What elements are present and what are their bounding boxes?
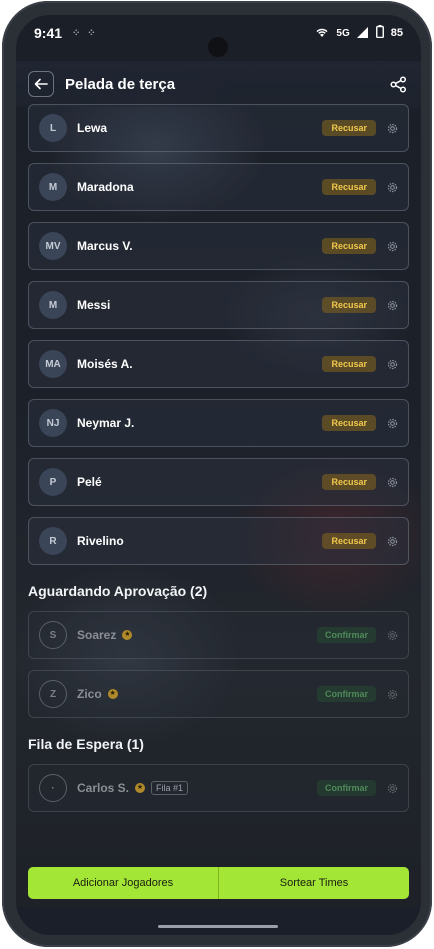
gear-icon[interactable] xyxy=(386,476,398,488)
player-row[interactable]: MV Marcus V. Recusar xyxy=(28,222,409,270)
page-title: Pelada de terça xyxy=(65,75,176,93)
player-name: Zico xyxy=(77,687,102,701)
pending-players: S Soarez ★ Confirmar Z Zico ★ Confirmar xyxy=(28,611,409,718)
pending-player-row[interactable]: Z Zico ★ Confirmar xyxy=(28,670,409,718)
avatar: MV xyxy=(39,232,67,260)
star-badge-icon: ★ xyxy=(122,630,133,640)
draw-teams-button[interactable]: Sortear Times xyxy=(219,867,409,899)
gear-icon[interactable] xyxy=(386,688,398,700)
refuse-button[interactable]: Recusar xyxy=(322,533,376,549)
star-badge-icon: ★ xyxy=(135,783,146,793)
player-row[interactable]: P Pelé Recusar xyxy=(28,458,409,506)
battery-icon xyxy=(375,25,384,41)
star-badge-icon: ★ xyxy=(107,689,118,699)
player-row[interactable]: L Lewa Recusar xyxy=(28,104,409,152)
player-name: Pelé xyxy=(77,475,102,489)
refuse-button[interactable]: Recusar xyxy=(322,179,376,195)
confirm-button[interactable]: Confirmar xyxy=(316,627,376,643)
refuse-button[interactable]: Recusar xyxy=(322,297,376,313)
gear-icon[interactable] xyxy=(386,299,398,311)
refuse-button[interactable]: Recusar xyxy=(322,120,376,136)
status-right: 5G 85 xyxy=(315,25,403,41)
gear-icon[interactable] xyxy=(386,782,398,794)
gear-icon[interactable] xyxy=(386,535,398,547)
player-name: Messi xyxy=(77,298,111,312)
back-button[interactable] xyxy=(28,71,54,97)
player-row[interactable]: M Maradona Recusar xyxy=(28,163,409,211)
waitlist-player-row[interactable]: · Carlos S. ★ Fila #1 Confirmar xyxy=(28,764,409,812)
network-label: 5G xyxy=(336,27,350,39)
avatar: M xyxy=(39,291,67,319)
pending-player-row[interactable]: S Soarez ★ Confirmar xyxy=(28,611,409,659)
player-row[interactable]: MA Moisés A. Recusar xyxy=(28,340,409,388)
add-players-button[interactable]: Adicionar Jogadores xyxy=(28,867,218,899)
avatar: NJ xyxy=(39,409,67,437)
app-bar: Pelada de terça xyxy=(16,61,421,107)
refuse-button[interactable]: Recusar xyxy=(322,474,376,490)
footer-actions: Adicionar Jogadores Sortear Times xyxy=(28,867,409,899)
gear-icon[interactable] xyxy=(386,358,398,370)
refuse-button[interactable]: Recusar xyxy=(322,415,376,431)
share-button[interactable] xyxy=(387,73,409,95)
avatar: S xyxy=(39,621,67,649)
player-name: Marcus V. xyxy=(77,239,133,253)
confirmed-players: L Lewa Recusar M Maradona Recusar MV Marcus V. R… xyxy=(28,104,409,565)
confirm-button[interactable]: Confirmar xyxy=(316,780,376,796)
player-name: Carlos S. xyxy=(77,781,130,795)
gear-icon[interactable] xyxy=(386,122,398,134)
player-list: L Lewa Recusar M Maradona Recusar MV Marcus V. R… xyxy=(28,104,409,823)
signal-icon xyxy=(356,26,369,41)
gear-icon[interactable] xyxy=(386,417,398,429)
player-row[interactable]: R Rivelino Recusar xyxy=(28,517,409,565)
avatar: · xyxy=(39,774,67,802)
battery-level: 85 xyxy=(390,27,403,39)
arrow-left-icon xyxy=(34,78,48,90)
phone-frame: 9:41 ⁘ ⁘ 5G 85 Pelada de terça L Lewa Re… xyxy=(2,1,432,947)
player-name: Maradona xyxy=(77,180,134,194)
queue-position-badge: Fila #1 xyxy=(151,781,189,795)
status-time: 9:41 xyxy=(34,25,63,41)
refuse-button[interactable]: Recusar xyxy=(322,238,376,254)
player-name: Soarez xyxy=(77,628,117,642)
player-name: Moisés A. xyxy=(77,357,133,371)
avatar: MA xyxy=(39,350,67,378)
player-row[interactable]: NJ Neymar J. Recusar xyxy=(28,399,409,447)
player-name: Neymar J. xyxy=(77,416,135,430)
status-left: 9:41 ⁘ ⁘ xyxy=(34,25,98,41)
notification-icons: ⁘ ⁘ xyxy=(72,27,98,39)
gear-icon[interactable] xyxy=(386,181,398,193)
screen: 9:41 ⁘ ⁘ 5G 85 Pelada de terça L Lewa Re… xyxy=(16,15,421,935)
pending-section-title: Aguardando Aprovação (2) xyxy=(28,583,208,599)
waitlist-players: · Carlos S. ★ Fila #1 Confirmar xyxy=(28,764,409,812)
player-row[interactable]: M Messi Recusar xyxy=(28,281,409,329)
share-icon xyxy=(389,75,406,93)
waitlist-section-title: Fila de Espera (1) xyxy=(28,736,144,752)
front-camera xyxy=(208,37,228,57)
wifi-icon xyxy=(315,26,329,41)
player-name: Lewa xyxy=(77,121,108,135)
refuse-button[interactable]: Recusar xyxy=(322,356,376,372)
home-indicator[interactable] xyxy=(158,925,278,928)
confirm-button[interactable]: Confirmar xyxy=(316,686,376,702)
avatar: M xyxy=(39,173,67,201)
navigation-bar xyxy=(16,907,421,935)
avatar: L xyxy=(39,114,67,142)
gear-icon[interactable] xyxy=(386,629,398,641)
gear-icon[interactable] xyxy=(386,240,398,252)
avatar: Z xyxy=(39,680,67,708)
avatar: R xyxy=(39,527,67,555)
avatar: P xyxy=(39,468,67,496)
player-name: Rivelino xyxy=(77,534,124,548)
